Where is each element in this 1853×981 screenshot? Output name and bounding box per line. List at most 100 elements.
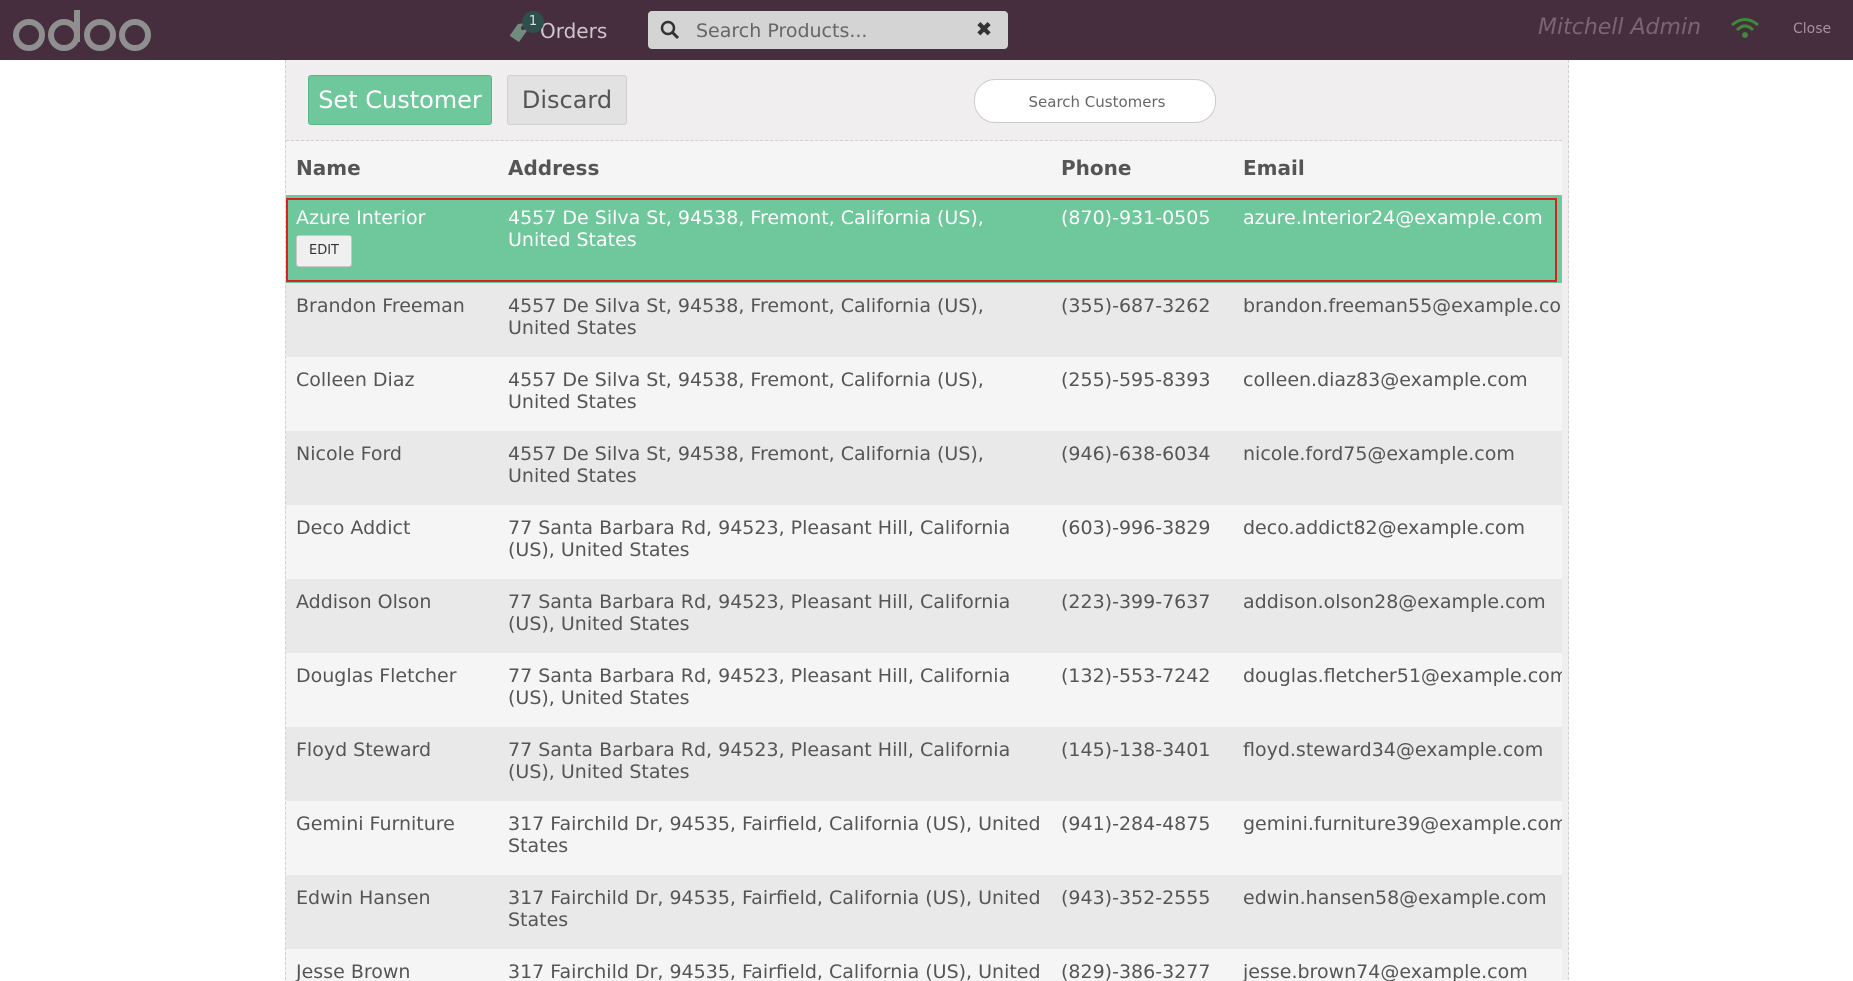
cell-email: deco.addict82@example.com: [1233, 505, 1562, 579]
table-row[interactable]: Deco Addict 77 Santa Barbara Rd, 94523, P…: [286, 505, 1562, 579]
cell-phone: (355)-687-3262: [1051, 283, 1233, 357]
table-row[interactable]: Colleen Diaz 4557 De Silva St, 94538, Fre…: [286, 357, 1562, 431]
column-header-name: Name: [286, 141, 498, 195]
customer-list-screen: Set Customer Discard Name Address Phone …: [285, 60, 1569, 981]
cell-email: edwin.hansen58@example.com: [1233, 875, 1562, 949]
customer-email: floyd.steward34@example.com: [1243, 739, 1544, 761]
cell-address: 4557 De Silva St, 94538, Fremont, Califo…: [498, 431, 1051, 505]
customer-phone: (943)-352-2555: [1061, 887, 1211, 909]
customer-email: douglas.fletcher51@example.com: [1243, 665, 1562, 687]
column-header-phone: Phone: [1051, 141, 1233, 195]
cell-address: 4557 De Silva St, 94538, Fremont, Califo…: [498, 195, 1051, 283]
edit-customer-button[interactable]: EDIT: [296, 235, 352, 267]
table-row[interactable]: Douglas Fletcher 77 Santa Barbara Rd, 945…: [286, 653, 1562, 727]
table-row[interactable]: Brandon Freeman 4557 De Silva St, 94538, …: [286, 283, 1562, 357]
customer-email: azure.Interior24@example.com: [1243, 207, 1543, 229]
customer-name: Colleen Diaz: [296, 369, 415, 391]
cell-email: nicole.ford75@example.com: [1233, 431, 1562, 505]
customer-address: 4557 De Silva St, 94538, Fremont, Califo…: [508, 369, 984, 413]
cell-phone: (603)-996-3829: [1051, 505, 1233, 579]
customer-name: Jesse Brown: [296, 961, 411, 981]
cell-phone: (145)-138-3401: [1051, 727, 1233, 801]
table-row[interactable]: Floyd Steward 77 Santa Barbara Rd, 94523,…: [286, 727, 1562, 801]
cell-email: douglas.fletcher51@example.com: [1233, 653, 1562, 727]
customer-name: Deco Addict: [296, 517, 411, 539]
customer-phone: (946)-638-6034: [1061, 443, 1211, 465]
cell-address: 4557 De Silva St, 94538, Fremont, Califo…: [498, 283, 1051, 357]
odoo-logo: [13, 10, 151, 51]
cell-name: Brandon Freeman: [286, 283, 498, 357]
customer-phone: (255)-595-8393: [1061, 369, 1211, 391]
customer-phone: (223)-399-7637: [1061, 591, 1211, 613]
customer-search-box: [974, 79, 1216, 123]
customer-email: colleen.diaz83@example.com: [1243, 369, 1528, 391]
customer-address: 4557 De Silva St, 94538, Fremont, Califo…: [508, 443, 984, 487]
cell-address: 317 Fairchild Dr, 94535, Fairfield, Cali…: [498, 801, 1051, 875]
close-button[interactable]: Close: [1793, 21, 1831, 37]
cell-phone: (941)-284-4875: [1051, 801, 1233, 875]
customer-address: 4557 De Silva St, 94538, Fremont, Califo…: [508, 207, 984, 251]
table-row-selected[interactable]: Azure Interior EDIT 4557 De Silva St, 9453…: [286, 195, 1562, 283]
customer-email: addison.olson28@example.com: [1243, 591, 1546, 613]
cell-name: Azure Interior EDIT: [286, 195, 498, 283]
customer-address: 77 Santa Barbara Rd, 94523, Pleasant Hil…: [508, 591, 1011, 635]
cell-phone: (255)-595-8393: [1051, 357, 1233, 431]
column-header-address: Address: [498, 141, 1051, 195]
cell-address: 77 Santa Barbara Rd, 94523, Pleasant Hil…: [498, 727, 1051, 801]
customer-address: 317 Fairchild Dr, 94535, Fairfield, Cali…: [508, 887, 1041, 931]
set-customer-button[interactable]: Set Customer: [308, 75, 492, 125]
table-row[interactable]: Jesse Brown 317 Fairchild Dr, 94535, Fair…: [286, 949, 1562, 981]
top-bar: 1 Orders ✖ Mitchell Admin Close: [0, 0, 1853, 60]
table-row[interactable]: Nicole Ford 4557 De Silva St, 94538, Frem…: [286, 431, 1562, 505]
customer-address: 317 Fairchild Dr, 94535, Fairfield, Cali…: [508, 961, 1041, 981]
customer-email: deco.addict82@example.com: [1243, 517, 1526, 539]
cell-address: 317 Fairchild Dr, 94535, Fairfield, Cali…: [498, 875, 1051, 949]
customer-address: 77 Santa Barbara Rd, 94523, Pleasant Hil…: [508, 739, 1011, 783]
customer-name: Edwin Hansen: [296, 887, 431, 909]
customer-name: Azure Interior: [296, 207, 426, 229]
cell-name: Edwin Hansen: [286, 875, 498, 949]
customer-list: Name Address Phone Email Azure Interior E…: [286, 140, 1562, 981]
cell-email: floyd.steward34@example.com: [1233, 727, 1562, 801]
cell-name: Douglas Fletcher: [286, 653, 498, 727]
cell-name: Nicole Ford: [286, 431, 498, 505]
customer-phone: (941)-284-4875: [1061, 813, 1211, 835]
customer-phone: (132)-553-7242: [1061, 665, 1211, 687]
discard-button[interactable]: Discard: [507, 75, 627, 125]
cell-name: Gemini Furniture: [286, 801, 498, 875]
cell-address: 77 Santa Barbara Rd, 94523, Pleasant Hil…: [498, 505, 1051, 579]
customer-address: 77 Santa Barbara Rd, 94523, Pleasant Hil…: [508, 517, 1011, 561]
cell-address: 77 Santa Barbara Rd, 94523, Pleasant Hil…: [498, 579, 1051, 653]
customer-email: nicole.ford75@example.com: [1243, 443, 1515, 465]
product-search-input[interactable]: [694, 15, 968, 47]
cell-phone: (943)-352-2555: [1051, 875, 1233, 949]
table-header-row: Name Address Phone Email: [286, 141, 1562, 195]
cell-phone: (132)-553-7242: [1051, 653, 1233, 727]
orders-button[interactable]: 1 Orders: [506, 11, 608, 48]
search-icon: [660, 20, 680, 40]
cell-phone: (223)-399-7637: [1051, 579, 1233, 653]
customer-search-input[interactable]: [995, 86, 1199, 118]
clear-search-icon[interactable]: ✖: [974, 19, 994, 39]
orders-label: Orders: [540, 19, 608, 43]
cell-email: gemini.furniture39@example.com: [1233, 801, 1562, 875]
customer-address: 77 Santa Barbara Rd, 94523, Pleasant Hil…: [508, 665, 1011, 709]
cell-phone: (946)-638-6034: [1051, 431, 1233, 505]
cell-name: Deco Addict: [286, 505, 498, 579]
customer-phone: (145)-138-3401: [1061, 739, 1211, 761]
customer-phone: (355)-687-3262: [1061, 295, 1211, 317]
orders-count-badge: 1: [522, 11, 544, 33]
customer-name: Gemini Furniture: [296, 813, 455, 835]
cashier-name[interactable]: Mitchell Admin: [1538, 15, 1701, 40]
table-row[interactable]: Gemini Furniture 317 Fairchild Dr, 94535,…: [286, 801, 1562, 875]
customer-email: jesse.brown74@example.com: [1243, 961, 1528, 981]
cell-name: Addison Olson: [286, 579, 498, 653]
column-header-email: Email: [1233, 141, 1562, 195]
table-row[interactable]: Edwin Hansen 317 Fairchild Dr, 94535, Fai…: [286, 875, 1562, 949]
customer-name: Brandon Freeman: [296, 295, 465, 317]
cell-name: Jesse Brown: [286, 949, 498, 981]
cell-email: addison.olson28@example.com: [1233, 579, 1562, 653]
cell-name: Colleen Diaz: [286, 357, 498, 431]
cell-address: 317 Fairchild Dr, 94535, Fairfield, Cali…: [498, 949, 1051, 981]
table-row[interactable]: Addison Olson 77 Santa Barbara Rd, 94523,…: [286, 579, 1562, 653]
